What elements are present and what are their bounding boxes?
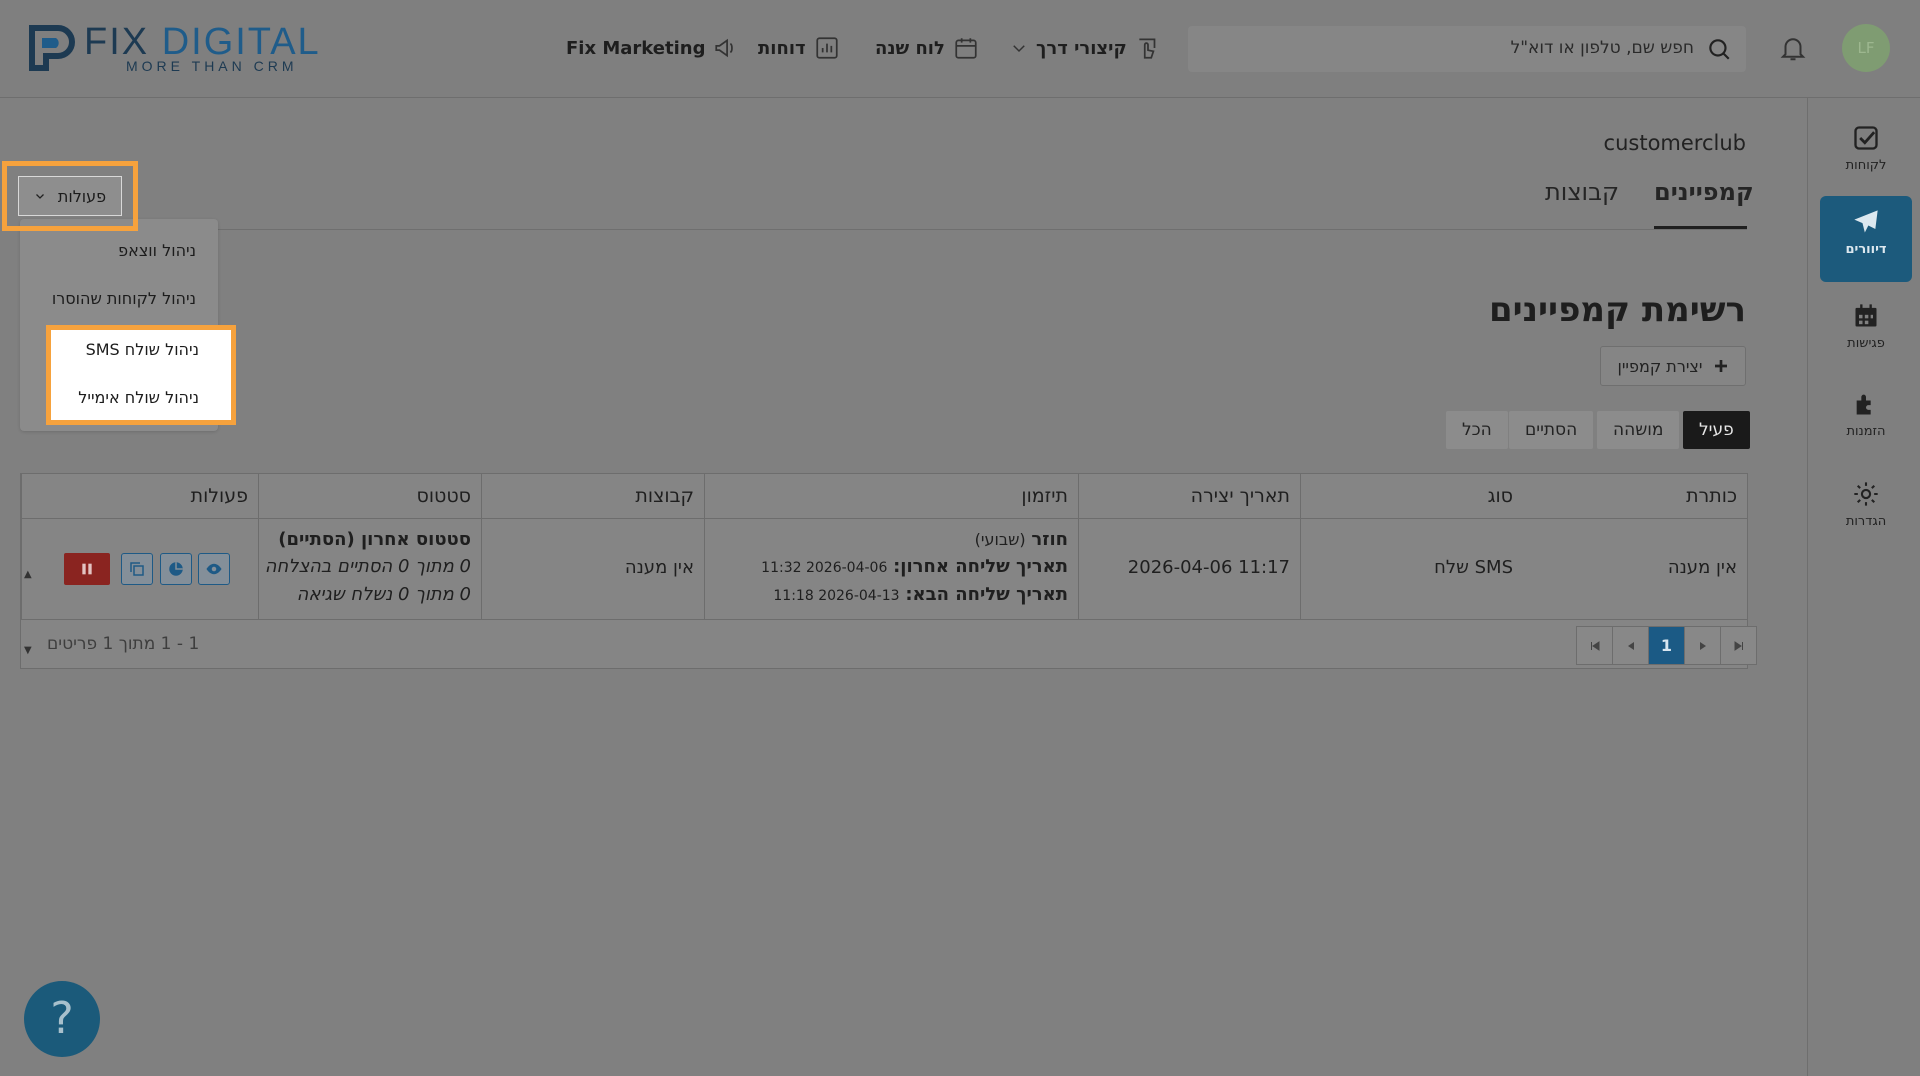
nav-fix-marketing[interactable]: Fix Marketing xyxy=(566,30,739,66)
paper-plane-icon xyxy=(1854,210,1878,233)
org-name: customerclub xyxy=(1603,131,1746,155)
next-page-icon xyxy=(1699,641,1706,650)
pointer-click-icon xyxy=(1139,38,1156,59)
calendar-icon xyxy=(1855,304,1877,327)
help-button[interactable]: ? xyxy=(24,981,100,1057)
scroll-up-arrow-icon[interactable]: ▲ xyxy=(24,569,32,580)
filter-all[interactable]: הכל xyxy=(1446,411,1508,449)
cell-type: שלח SMS xyxy=(1300,519,1523,619)
table-row: אין מענה שלח SMS 2026-04-06 11:17 חוזר (… xyxy=(21,519,1747,656)
col-groups[interactable]: קבוצות xyxy=(481,474,704,518)
menu-item-whatsapp[interactable]: ניהול ווצאפ xyxy=(118,241,196,260)
pause-button[interactable] xyxy=(64,553,110,585)
plus-icon xyxy=(1714,360,1727,372)
sidebar-item-mailings[interactable]: דיוורים xyxy=(1820,196,1912,282)
megaphone-icon xyxy=(715,38,734,58)
pagination: 1 xyxy=(1576,626,1757,665)
cell-actions: ▲ ▼ xyxy=(21,519,258,656)
page-last-button[interactable] xyxy=(1720,626,1757,665)
page-title: רשימת קמפיינים xyxy=(1488,290,1746,330)
col-actions: פעולות xyxy=(21,474,258,518)
menu-item-sms-sender[interactable]: ניהול שולח SMS xyxy=(86,340,199,359)
page-first-button[interactable] xyxy=(1576,626,1613,665)
nav-calendar-label: לוח שנה xyxy=(875,37,945,59)
menu-item-removed-customers[interactable]: ניהול לקוחות שהוסרו xyxy=(52,289,196,308)
items-count: 1 - 1 מתוך 1 פריטים xyxy=(47,634,200,654)
cell-status: סטטוס אחרון (הסתיים) 0 מתוך 0 הסתיים בהצ… xyxy=(258,519,481,619)
view-button[interactable] xyxy=(198,553,230,585)
page-number-current[interactable]: 1 xyxy=(1648,626,1685,665)
cell-schedule: חוזר (שבועי) תאריך שליחה אחרון: 2026-04-… xyxy=(704,519,1078,619)
sidebar-item-orders[interactable]: הזמנות xyxy=(1820,378,1912,464)
search-icon[interactable] xyxy=(1706,36,1732,62)
duplicate-button[interactable] xyxy=(121,553,153,585)
table-header: כותרת סוג תאריך יצירה תיזמון קבוצות סטטו… xyxy=(21,474,1747,519)
pie-chart-icon xyxy=(169,562,183,576)
check-square-icon xyxy=(1854,126,1878,150)
page-next-button[interactable] xyxy=(1684,626,1721,665)
col-created[interactable]: תאריך יצירה xyxy=(1078,474,1300,518)
search-input[interactable]: חפש שם, טלפון או דוא"ל xyxy=(1188,26,1746,72)
brand-name: FIX DIGITAL xyxy=(84,21,321,63)
col-type[interactable]: סוג xyxy=(1300,474,1523,518)
top-bar: FIX DIGITAL MORE THAN CRM Fix Marketing … xyxy=(0,0,1920,98)
bar-chart-icon xyxy=(815,37,838,59)
page-prev-button[interactable] xyxy=(1612,626,1649,665)
puzzle-icon xyxy=(1856,394,1871,415)
sidebar-item-label: דיוורים xyxy=(1845,242,1887,257)
chevron-down-icon xyxy=(1013,45,1025,53)
filter-paused[interactable]: מושהה xyxy=(1597,411,1680,449)
brand-tagline: MORE THAN CRM xyxy=(126,58,298,74)
cell-title: אין מענה xyxy=(1667,557,1737,578)
sidebar-item-label: הזמנות xyxy=(1846,424,1886,439)
nav-shortcuts[interactable]: קיצורי דרך xyxy=(1010,30,1161,66)
tabs-divider xyxy=(20,229,1747,230)
scroll-down-arrow-icon[interactable]: ▼ xyxy=(24,645,32,656)
filter-active[interactable]: פעיל xyxy=(1683,411,1750,449)
actions-dropdown-button[interactable]: פעולות xyxy=(18,176,122,216)
col-title[interactable]: כותרת xyxy=(1523,474,1747,518)
nav-calendar[interactable]: לוח שנה xyxy=(875,30,979,66)
calendar-icon xyxy=(955,38,977,59)
search-placeholder: חפש שם, טלפון או דוא"ל xyxy=(1510,38,1694,58)
create-campaign-label: יצירת קמפיין xyxy=(1617,356,1703,376)
actions-dropdown-label: פעולות xyxy=(57,186,107,206)
user-avatar[interactable]: LF xyxy=(1842,24,1890,72)
bell-icon[interactable] xyxy=(1778,32,1808,64)
chevron-down-icon xyxy=(35,194,44,199)
sidebar-item-settings[interactable]: הגדרות xyxy=(1820,468,1912,554)
sidebar-item-label: הגדרות xyxy=(1845,514,1887,529)
highlight-sender-items: ניהול שולח SMS ניהול שולח אימייל xyxy=(46,325,236,425)
cell-created: 2026-04-06 11:17 xyxy=(1078,519,1300,619)
filter-finished[interactable]: הסתיים xyxy=(1509,411,1594,449)
col-schedule[interactable]: תיזמון xyxy=(704,474,1078,518)
nav-reports[interactable]: דוחות xyxy=(758,30,840,66)
sidebar: לקוחות דיוורים פגישות הזמנות הגדרות xyxy=(1807,98,1920,1076)
nav-shortcuts-label: קיצורי דרך xyxy=(1036,37,1127,59)
prev-page-icon xyxy=(1627,641,1634,650)
copy-icon xyxy=(130,562,144,576)
statistics-button[interactable] xyxy=(160,553,192,585)
first-page-icon xyxy=(1590,640,1599,651)
tab-groups[interactable]: קבוצות xyxy=(1545,178,1619,206)
logo-mark-icon xyxy=(29,25,75,71)
menu-item-email-sender[interactable]: ניהול שולח אימייל xyxy=(78,388,199,407)
sidebar-item-meetings[interactable]: פגישות xyxy=(1820,290,1912,376)
pause-icon xyxy=(82,563,92,575)
col-status[interactable]: סטטוס xyxy=(258,474,481,518)
nav-fix-marketing-label: Fix Marketing xyxy=(566,37,706,59)
create-campaign-button[interactable]: יצירת קמפיין xyxy=(1600,346,1746,386)
sidebar-item-label: פגישות xyxy=(1847,336,1885,351)
campaigns-table: כותרת סוג תאריך יצירה תיזמון קבוצות סטטו… xyxy=(20,473,1757,669)
nav-reports-label: דוחות xyxy=(758,37,806,59)
sidebar-item-customers[interactable]: לקוחות xyxy=(1820,112,1912,198)
gear-icon xyxy=(1854,482,1878,506)
tab-campaigns[interactable]: קמפיינים xyxy=(1654,178,1754,206)
last-page-icon xyxy=(1734,640,1743,651)
cell-groups: אין מענה xyxy=(481,519,704,619)
brand-logo[interactable]: FIX DIGITAL MORE THAN CRM xyxy=(28,22,348,74)
sidebar-item-label: לקוחות xyxy=(1845,158,1887,173)
eye-icon xyxy=(206,563,222,575)
